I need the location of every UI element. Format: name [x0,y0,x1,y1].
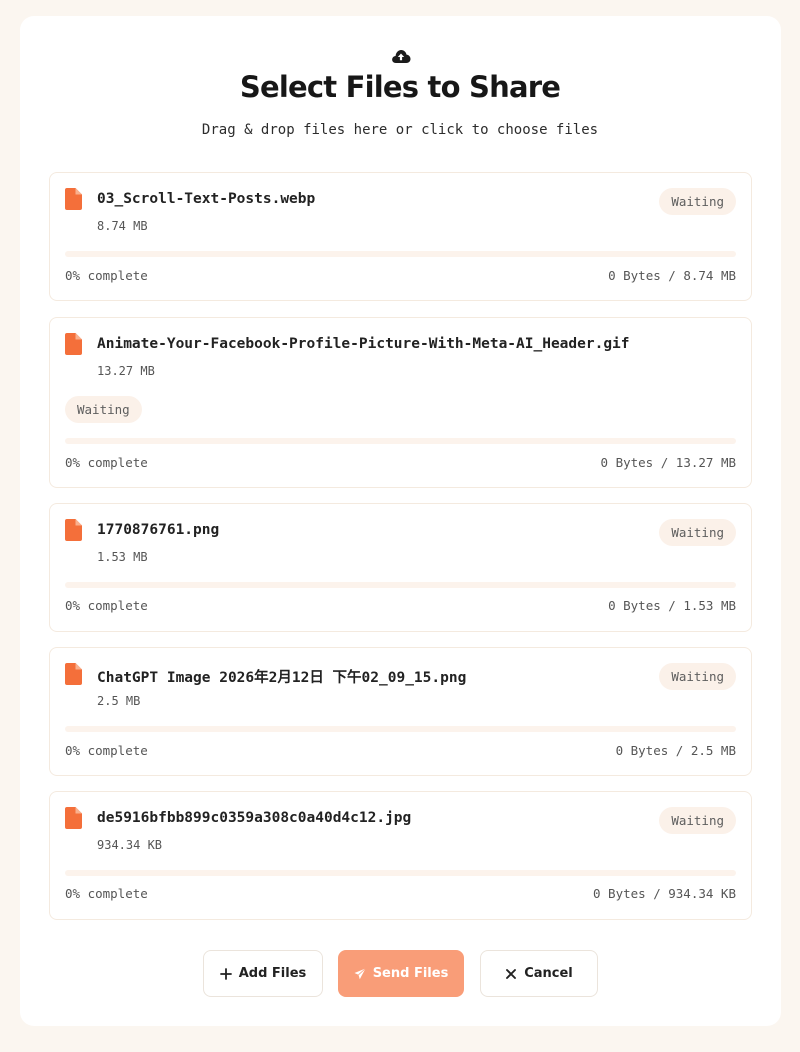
file-icon [65,807,82,829]
file-item[interactable]: Animate-Your-Facebook-Profile-Picture-Wi… [49,317,752,488]
file-size: 1.53 MB [97,550,148,564]
file-name: ChatGPT Image 2026年2月12日 下午02_09_15.png [97,670,467,686]
progress-bar [65,251,736,257]
progress-bar [65,582,736,588]
file-item[interactable]: 03_Scroll-Text-Posts.webp 8.74 MB Waitin… [49,172,752,301]
status-badge: Waiting [65,396,142,423]
file-name: 1770876761.png [97,522,220,538]
bytes-transferred: 0 Bytes / 13.27 MB [600,455,736,470]
file-icon [65,188,82,210]
paper-plane-icon [354,967,366,979]
status-badge: Waiting [659,807,736,834]
cancel-button[interactable]: Cancel [480,950,598,997]
file-item[interactable]: 1770876761.png 1.53 MB Waiting 0% comple… [49,503,752,632]
add-files-button[interactable]: Add Files [203,950,323,997]
status-badge: Waiting [659,188,736,215]
close-icon [506,968,517,979]
file-size: 2.5 MB [97,694,141,708]
file-size: 934.34 KB [97,838,163,852]
file-size: 13.27 MB [97,364,155,378]
cloud-upload-icon [392,50,411,63]
send-files-button[interactable]: Send Files [338,950,464,997]
file-size: 8.74 MB [97,219,148,233]
bytes-transferred: 0 Bytes / 2.5 MB [615,743,736,758]
progress-label: 0% complete [65,886,148,901]
file-icon [65,663,82,685]
progress-bar [65,438,736,444]
file-name: Animate-Your-Facebook-Profile-Picture-Wi… [97,336,630,352]
bytes-transferred: 0 Bytes / 8.74 MB [608,268,736,283]
progress-label: 0% complete [65,598,148,613]
send-files-label: Send Files [372,966,449,981]
progress-bar [65,870,736,876]
plus-icon [219,967,232,980]
file-item[interactable]: ChatGPT Image 2026年2月12日 下午02_09_15.png … [49,647,752,776]
file-icon [65,519,82,541]
status-badge: Waiting [659,663,736,690]
bytes-transferred: 0 Bytes / 934.34 KB [593,886,736,901]
progress-label: 0% complete [65,455,148,470]
file-icon [65,333,82,355]
bytes-transferred: 0 Bytes / 1.53 MB [608,598,736,613]
file-name: 03_Scroll-Text-Posts.webp [97,191,316,207]
progress-bar [65,726,736,732]
file-item[interactable]: de5916bfbb899c0359a308c0a40d4c12.jpg 934… [49,791,752,920]
status-badge: Waiting [659,519,736,546]
add-files-label: Add Files [238,966,307,981]
page-subtitle: Drag & drop files here or click to choos… [201,122,599,138]
progress-label: 0% complete [65,268,148,283]
progress-label: 0% complete [65,743,148,758]
cancel-label: Cancel [524,966,573,981]
file-name: de5916bfbb899c0359a308c0a40d4c12.jpg [97,810,412,826]
page-title: Select Files to Share [239,70,561,104]
